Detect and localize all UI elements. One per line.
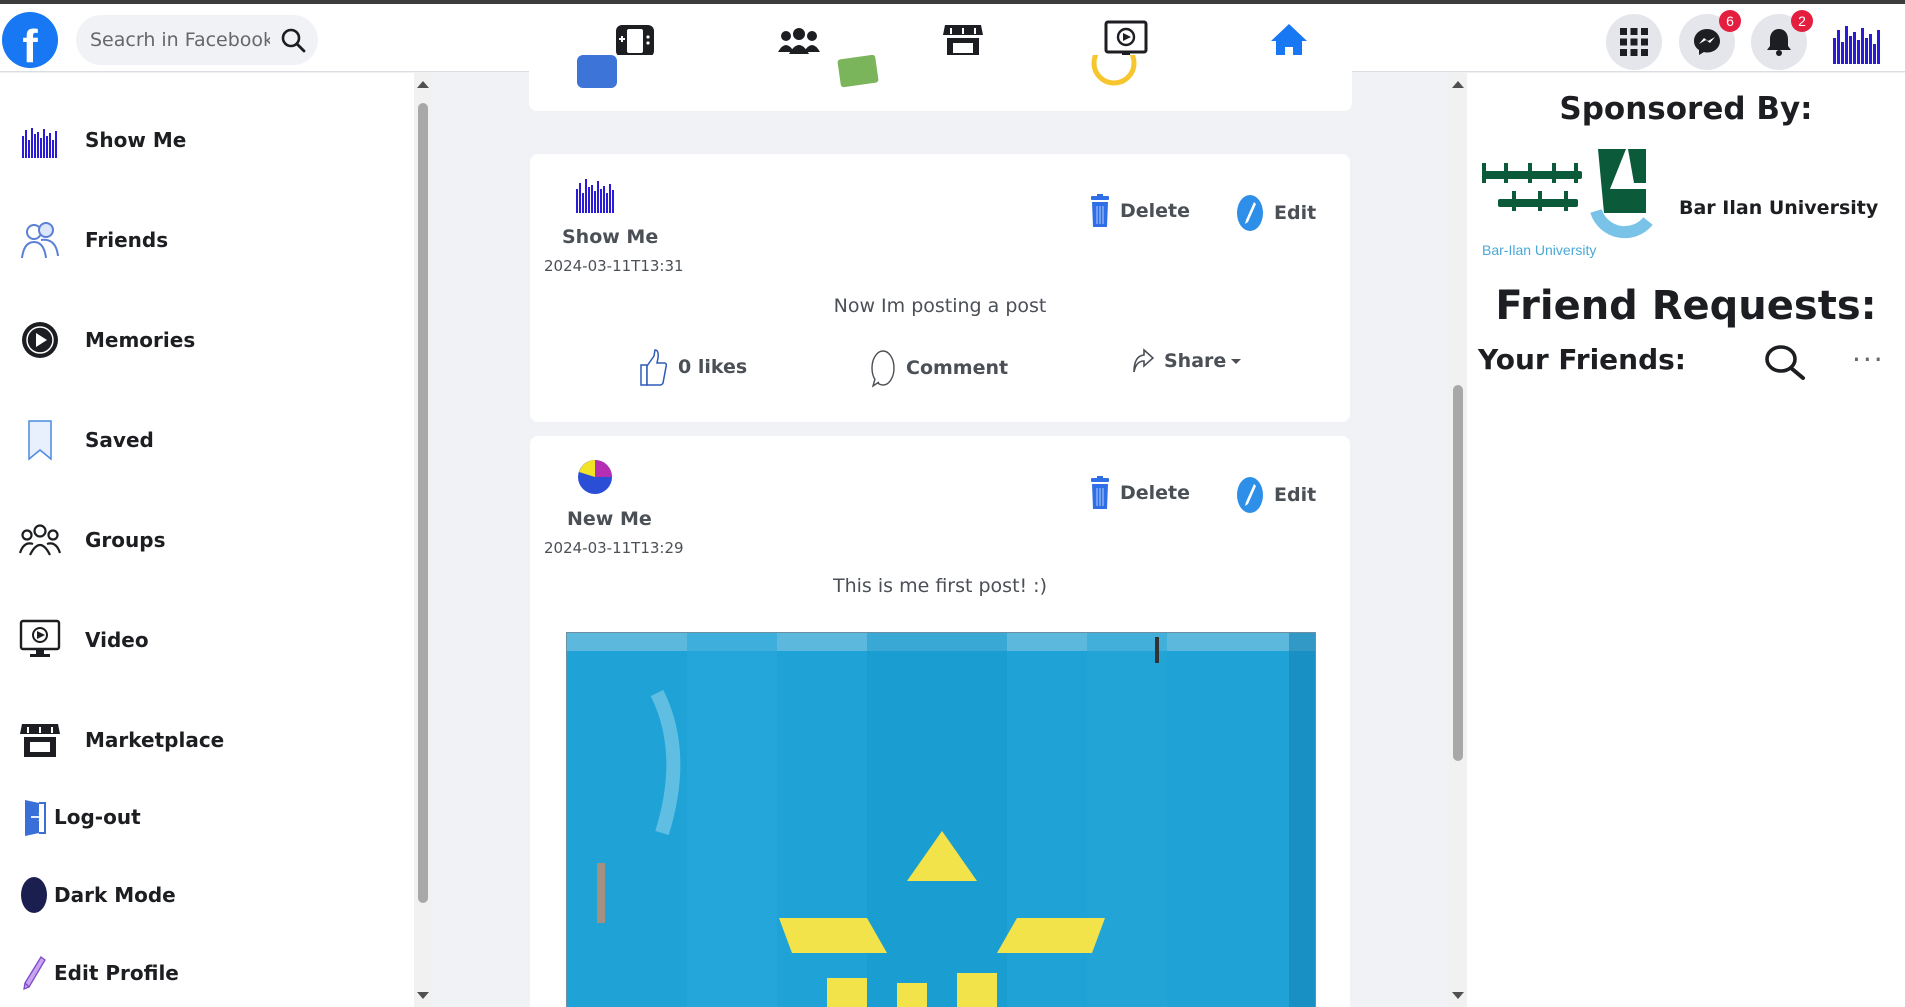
sidebar-item-memories[interactable]: Memories bbox=[18, 318, 195, 362]
post-author-name[interactable]: New Me bbox=[567, 508, 652, 530]
sponsored-title: Sponsored By: bbox=[1559, 91, 1813, 127]
edit-label: Edit bbox=[1274, 202, 1317, 224]
author-avatar[interactable] bbox=[574, 173, 618, 215]
post-author-name[interactable]: Show Me bbox=[562, 226, 658, 248]
author-avatar[interactable] bbox=[576, 453, 614, 501]
menu-grid-button[interactable] bbox=[1606, 14, 1662, 70]
post-date: 2024-03-11T13:31 bbox=[544, 257, 684, 275]
share-icon bbox=[1132, 348, 1154, 374]
edit-button[interactable]: Edit bbox=[1236, 476, 1316, 514]
sidebar-item-dark-mode[interactable]: Dark Mode bbox=[18, 875, 176, 915]
groups-icon bbox=[18, 518, 62, 562]
delete-label: Delete bbox=[1120, 482, 1191, 504]
like-button[interactable]: 0 likes bbox=[640, 348, 747, 386]
sidebar-item-logout[interactable]: Log-out bbox=[18, 797, 141, 837]
post-card: New Me 2024-03-11T13:29 Delete Edit This… bbox=[530, 436, 1350, 1007]
post-text: Now Im posting a post bbox=[833, 295, 1047, 317]
messenger-badge: 6 bbox=[1719, 10, 1741, 32]
post-card: Show Me 2024-03-11T13:31 Delete Edit Now… bbox=[530, 154, 1350, 422]
your-friends-title: Your Friends: bbox=[1478, 343, 1687, 376]
bookmark-icon bbox=[18, 418, 62, 462]
delete-label: Delete bbox=[1120, 200, 1191, 222]
sidebar-item-label: Memories bbox=[85, 328, 196, 352]
scroll-up-arrow[interactable] bbox=[1452, 81, 1464, 88]
sidebar-item-friends[interactable]: Friends bbox=[18, 218, 168, 262]
sidebar-item-label: Show Me bbox=[85, 128, 187, 152]
sidebar-item-edit-profile[interactable]: Edit Profile bbox=[18, 953, 179, 993]
facebook-logo[interactable]: f bbox=[2, 12, 58, 68]
sidebar-item-label: Marketplace bbox=[85, 728, 225, 752]
likes-count: 0 likes bbox=[678, 356, 748, 378]
more-options-icon[interactable]: ··· bbox=[1852, 343, 1885, 376]
share-label: Share bbox=[1164, 350, 1227, 372]
post-text: This is me first post! :) bbox=[833, 575, 1047, 597]
left-sidebar: Show Me Friends Memories Saved Groups Vi… bbox=[0, 73, 414, 1007]
live-video-icon bbox=[577, 55, 617, 88]
photo-icon bbox=[837, 55, 879, 88]
post-image[interactable] bbox=[566, 632, 1316, 1007]
pencil-icon bbox=[18, 953, 50, 993]
sidebar-item-video[interactable]: Video bbox=[18, 618, 149, 662]
sidebar-item-label: Groups bbox=[85, 528, 166, 552]
scrollbar-thumb[interactable] bbox=[1453, 385, 1463, 761]
scroll-up-arrow[interactable] bbox=[417, 81, 429, 88]
share-dropdown-caret[interactable] bbox=[1231, 358, 1242, 364]
sidebar-item-label: Edit Profile bbox=[54, 961, 179, 985]
edit-button[interactable]: Edit bbox=[1236, 194, 1316, 232]
delete-button[interactable]: Delete bbox=[1090, 194, 1190, 228]
delete-button[interactable]: Delete bbox=[1090, 476, 1190, 510]
moon-icon bbox=[18, 875, 50, 915]
create-post-card bbox=[529, 55, 1352, 111]
sidebar-item-groups[interactable]: Groups bbox=[18, 518, 165, 562]
trash-icon bbox=[1090, 194, 1110, 228]
sidebar-item-label: Log-out bbox=[54, 805, 141, 829]
edit-pencil-icon bbox=[1236, 476, 1264, 514]
comment-button[interactable]: Comment bbox=[870, 348, 1008, 388]
scrollbar-thumb[interactable] bbox=[418, 103, 428, 903]
sidebar-item-show-me[interactable]: Show Me bbox=[18, 118, 186, 162]
sponsor-name[interactable]: Bar Ilan University bbox=[1679, 197, 1878, 219]
sidebar-item-saved[interactable]: Saved bbox=[18, 418, 154, 462]
comment-icon bbox=[870, 348, 896, 388]
notifications-badge: 2 bbox=[1791, 10, 1813, 32]
edit-pencil-icon bbox=[1236, 194, 1264, 232]
grid-icon bbox=[1620, 28, 1648, 56]
sidebar-item-label: Saved bbox=[85, 428, 154, 452]
comment-label: Comment bbox=[906, 357, 1009, 379]
logout-icon bbox=[18, 797, 50, 837]
bell-icon bbox=[1767, 29, 1791, 56]
marketplace-icon bbox=[18, 718, 62, 762]
feeling-icon bbox=[1091, 55, 1137, 86]
video-icon bbox=[18, 618, 62, 662]
share-button[interactable]: Share bbox=[1132, 348, 1242, 374]
edit-label: Edit bbox=[1274, 484, 1317, 506]
sidebar-item-label: Friends bbox=[85, 228, 169, 252]
profile-avatar-icon bbox=[18, 118, 62, 162]
sidebar-item-label: Dark Mode bbox=[54, 883, 176, 907]
post-date: 2024-03-11T13:29 bbox=[544, 539, 684, 557]
search-icon[interactable] bbox=[280, 27, 306, 57]
trash-icon bbox=[1090, 476, 1110, 510]
friends-search-icon[interactable] bbox=[1764, 343, 1806, 385]
right-sidebar: Sponsored By: Bar-Ilan University Bar Il… bbox=[1467, 73, 1905, 1007]
profile-avatar[interactable] bbox=[1830, 16, 1882, 68]
feed-scrollbar[interactable] bbox=[1449, 73, 1467, 1007]
sponsor-logo[interactable]: Bar-Ilan University bbox=[1478, 143, 1654, 269]
notifications-button[interactable]: 2 bbox=[1751, 10, 1813, 70]
memories-icon bbox=[18, 318, 62, 362]
scroll-down-arrow[interactable] bbox=[417, 992, 429, 999]
friend-requests-title: Friend Requests: bbox=[1495, 283, 1877, 329]
sidebar-scrollbar[interactable] bbox=[414, 73, 432, 1007]
messenger-button[interactable]: 6 bbox=[1679, 10, 1741, 70]
scroll-down-arrow[interactable] bbox=[1452, 992, 1464, 999]
friends-icon bbox=[18, 218, 62, 262]
search-box[interactable] bbox=[76, 15, 318, 65]
sidebar-item-label: Video bbox=[85, 628, 149, 652]
search-input[interactable] bbox=[90, 29, 270, 51]
svg-text:Bar-Ilan University: Bar-Ilan University bbox=[1482, 242, 1596, 258]
messenger-icon bbox=[1694, 29, 1720, 55]
thumbs-up-icon bbox=[640, 348, 668, 386]
sidebar-item-marketplace[interactable]: Marketplace bbox=[18, 718, 224, 762]
